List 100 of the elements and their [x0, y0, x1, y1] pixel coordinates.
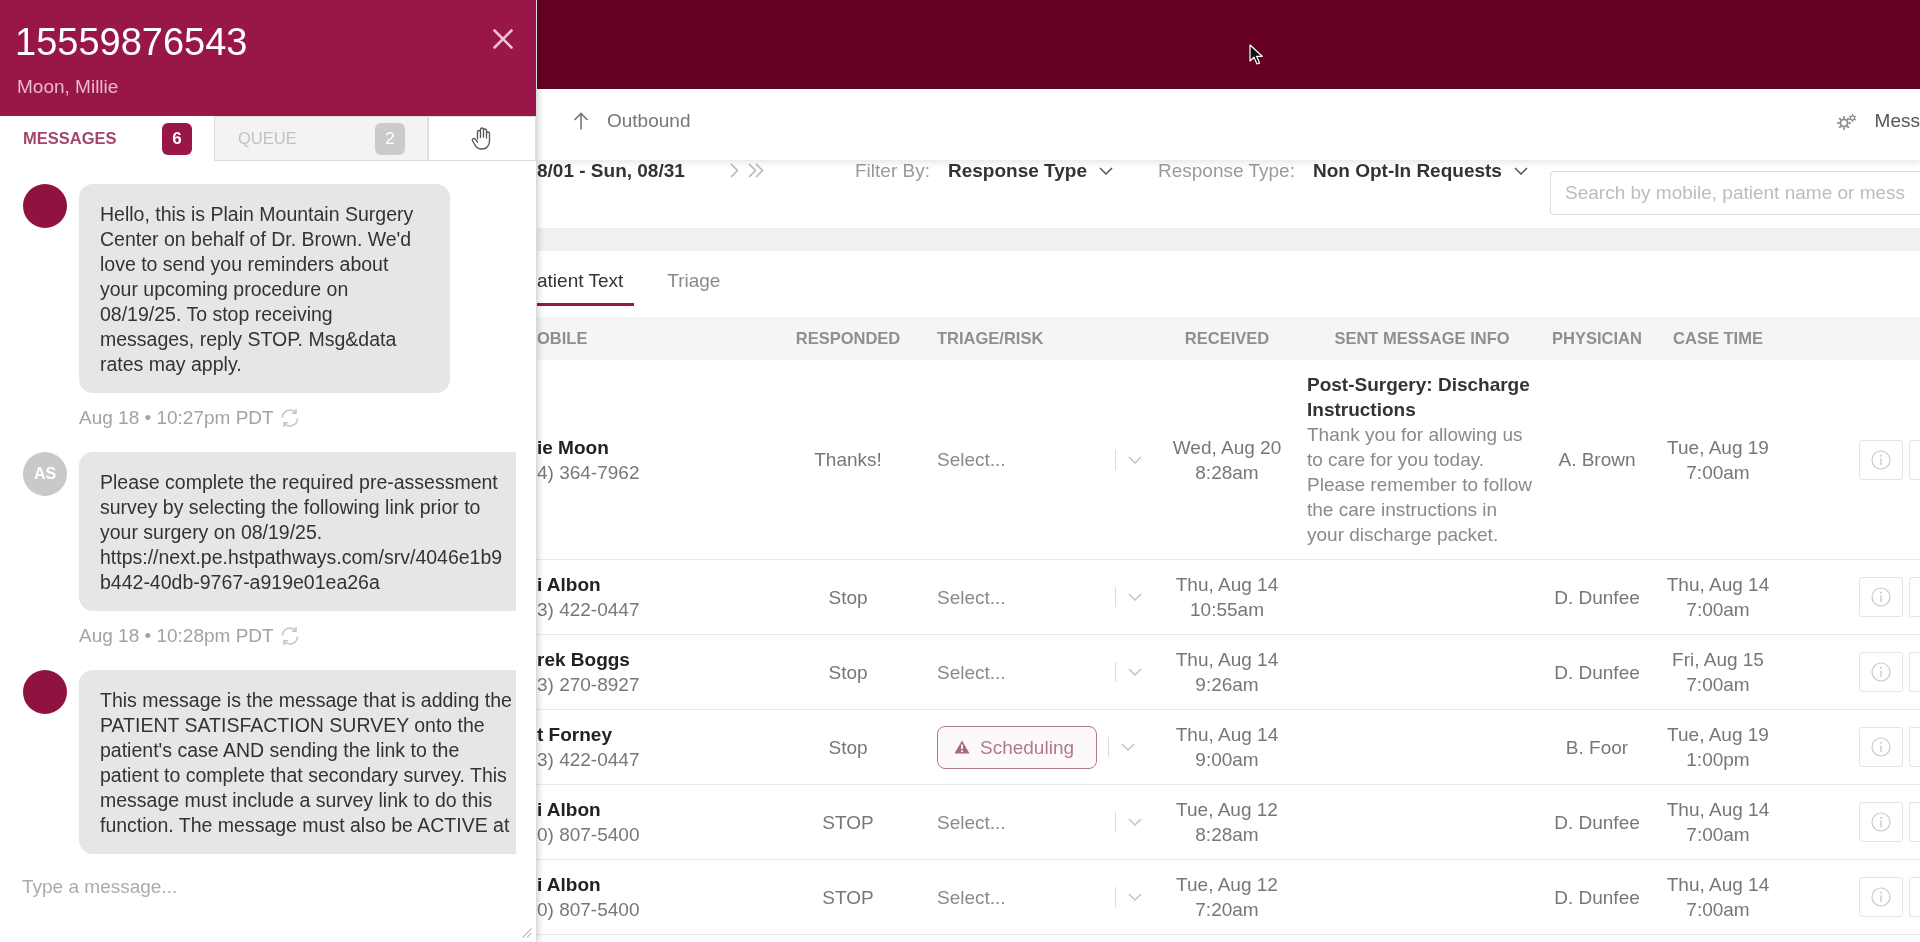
- received-time: Tue, Aug 12 7:20am: [1176, 873, 1278, 922]
- panel-tab[interactable]: [428, 116, 536, 161]
- column-header: TRIAGE/RISK: [937, 329, 1044, 348]
- avatar-icon: [23, 184, 67, 228]
- received-time: Thu, Aug 14 10:55am: [1175, 573, 1279, 622]
- case-time: Tue, Aug 19 1:00pm: [1667, 723, 1769, 772]
- message-input[interactable]: Type a message...: [0, 857, 536, 942]
- responded-text: Stop: [828, 585, 868, 610]
- column-header: SENT MESSAGE INFO: [1334, 329, 1510, 348]
- patient-phone: 3) 270-8927: [537, 673, 640, 697]
- info-icon: [1871, 449, 1891, 470]
- chevron-down-icon: [1099, 166, 1113, 175]
- physician-name: D. Dunfee: [1554, 660, 1640, 685]
- filter-dropdown[interactable]: Non Opt-In Requests: [1312, 160, 1528, 181]
- physician-name: A. Brown: [1558, 448, 1636, 472]
- triage-select[interactable]: Select...: [937, 800, 1142, 844]
- received-time: Wed, Aug 20 8:28am: [1172, 435, 1282, 485]
- triage-select[interactable]: Select...: [937, 875, 1142, 919]
- column-header: RECEIVED: [1184, 329, 1270, 348]
- row-action-button[interactable]: [1909, 577, 1920, 617]
- warning-icon: [954, 740, 970, 754]
- chevron-down-icon: [1128, 893, 1142, 901]
- contact-phone: 15559876543: [15, 20, 248, 64]
- message-bubble: This message is the message that is adding the PATIENT SATISFACTION SURVEY onto the patient's case AND sending the link to the patient to complete that secondary survey. This message must include a survey link to do this function. The message must also be ACTIVE at: [79, 670, 516, 854]
- patient-name: i Albon: [537, 573, 601, 597]
- column-header: RESPONDED: [795, 329, 901, 348]
- triage-select[interactable]: Select...: [937, 575, 1142, 619]
- refresh-icon: [279, 625, 300, 646]
- responded-text: Stop: [828, 735, 868, 760]
- column-header: PHYSICIAN: [1552, 329, 1642, 348]
- filter-label: Response Type:: [1158, 160, 1295, 181]
- tag-label: Scheduling: [980, 735, 1075, 760]
- chevron-down-icon: [1128, 455, 1142, 464]
- info-icon: [1871, 812, 1891, 832]
- row-action-button[interactable]: [1909, 652, 1920, 692]
- responded-text: Stop: [828, 660, 868, 685]
- patient-name: i Albon: [537, 798, 601, 822]
- chevron-down-icon: [1128, 593, 1142, 601]
- patient-phone: 4) 364-7962: [537, 460, 640, 485]
- received-time: Thu, Aug 14 9:00am: [1175, 723, 1279, 772]
- triage-select[interactable]: Select...: [937, 650, 1142, 694]
- avatar-icon: [23, 670, 67, 714]
- info-icon: [1871, 662, 1891, 682]
- patient-name: i Albon: [537, 873, 601, 897]
- message-timestamp: Aug 18 • 10:27pm PDT: [79, 406, 274, 430]
- close-icon[interactable]: [493, 29, 513, 49]
- view-tab[interactable]: Triage: [656, 251, 732, 306]
- resize-grip-icon[interactable]: [522, 928, 532, 938]
- chevron-down-icon: [1121, 743, 1135, 751]
- info-icon: [1871, 887, 1891, 907]
- row-action-button[interactable]: [1909, 439, 1920, 480]
- view-tab[interactable]: atient Text: [537, 251, 635, 306]
- row-action-button[interactable]: [1909, 802, 1920, 842]
- contact-name: Moon, Millie: [16, 75, 120, 99]
- search-field[interactable]: Search by mobile, patient name or mess: [1550, 171, 1920, 215]
- patient-name: t Forney: [537, 723, 612, 747]
- row-action-button[interactable]: [1909, 877, 1920, 917]
- physician-name: D. Dunfee: [1554, 585, 1640, 610]
- info-button[interactable]: [1859, 727, 1903, 767]
- physician-name: B. Foor: [1565, 735, 1629, 760]
- info-button[interactable]: [1859, 802, 1903, 842]
- physician-name: D. Dunfee: [1554, 810, 1640, 835]
- triage-select[interactable]: Scheduling: [937, 725, 1142, 769]
- case-time: Fri, Aug 15 7:00am: [1672, 648, 1764, 697]
- patient-phone: 3) 422-0447: [537, 598, 640, 622]
- chevron-down-icon: [1128, 818, 1142, 826]
- info-button[interactable]: [1859, 652, 1903, 692]
- triage-select[interactable]: Select...: [937, 437, 1142, 482]
- responded-text: STOP: [822, 810, 874, 835]
- info-button[interactable]: [1859, 877, 1903, 917]
- date-range: 8/01 - Sun, 08/31: [537, 160, 685, 181]
- outbound-tab[interactable]: Outbound: [573, 109, 691, 133]
- double-chevron-right-icon[interactable]: [748, 163, 764, 178]
- info-icon: [1871, 737, 1891, 757]
- case-time: Thu, Aug 14 7:00am: [1666, 573, 1770, 622]
- column-header: CASE TIME: [1673, 329, 1763, 348]
- mouse-pointer-icon: [1249, 44, 1263, 65]
- chevron-down-icon: [1513, 166, 1528, 175]
- patient-phone: 3) 422-0447: [537, 748, 640, 772]
- row-action-button[interactable]: [1909, 727, 1920, 767]
- info-button[interactable]: [1859, 439, 1903, 480]
- chevron-right-icon[interactable]: [730, 163, 739, 178]
- count-badge: 6: [162, 122, 192, 155]
- info-button[interactable]: [1859, 577, 1903, 617]
- patient-name: ie Moon: [537, 435, 609, 460]
- patient-phone: 0) 807-5400: [537, 898, 640, 922]
- message-timestamp: Aug 18 • 10:28pm PDT: [79, 624, 274, 648]
- nav-menu-item[interactable]: Mess: [1836, 109, 1920, 133]
- gears-icon: [1836, 112, 1857, 130]
- refresh-icon: [279, 407, 300, 428]
- responded-text: STOP: [822, 885, 874, 910]
- case-time: Tue, Aug 19 7:00am: [1667, 435, 1769, 485]
- received-time: Tue, Aug 12 8:28am: [1176, 798, 1278, 847]
- physician-name: D. Dunfee: [1554, 885, 1640, 910]
- received-time: Thu, Aug 14 9:26am: [1175, 648, 1279, 697]
- message-bubble: Hello, this is Plain Mountain Surgery Center on behalf of Dr. Brown. We'd love to send you reminders about your upcoming procedure on 08/19/25. To stop receiving messages, reply STOP. Msg&data rates may apply.: [79, 184, 450, 393]
- hand-icon: [471, 127, 493, 150]
- filter-dropdown[interactable]: Response Type: [947, 160, 1113, 181]
- responded-text: Thanks!: [814, 448, 882, 472]
- case-time: Thu, Aug 14 7:00am: [1666, 798, 1770, 847]
